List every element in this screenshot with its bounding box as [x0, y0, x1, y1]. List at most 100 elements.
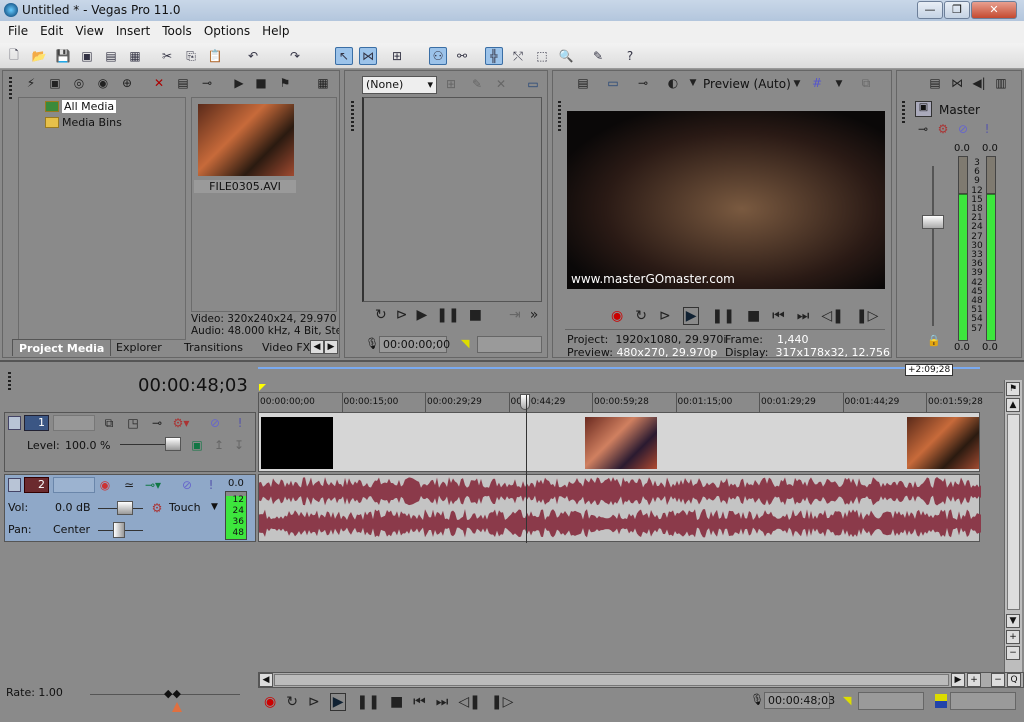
- panel-grip[interactable]: [902, 101, 905, 125]
- go-to-start-icon[interactable]: ⏮: [413, 694, 426, 710]
- minimize-track-icon[interactable]: [8, 416, 21, 430]
- rewind-icon[interactable]: ◁❚: [821, 308, 844, 324]
- paste-icon[interactable]: 📋: [206, 47, 224, 65]
- next-frame-icon[interactable]: ❚▷: [491, 694, 514, 710]
- mixer-icon[interactable]: ▥: [993, 75, 1009, 91]
- menu-insert[interactable]: Insert: [110, 21, 156, 43]
- track-motion-icon[interactable]: ⚙▾: [173, 415, 190, 431]
- mute-icon[interactable]: ⊘: [955, 121, 971, 137]
- master-fx-icon[interactable]: ⊸: [915, 121, 931, 137]
- trimmer-source-select[interactable]: (None) ▾: [362, 76, 437, 94]
- remove-media-icon[interactable]: ✕: [151, 75, 167, 91]
- audio-track-name-field[interactable]: [53, 477, 95, 493]
- compositing-alpha-icon[interactable]: ▣: [189, 437, 205, 453]
- trimmer-selection-length[interactable]: [477, 336, 542, 353]
- play-from-start-icon[interactable]: ⊳: [396, 307, 408, 323]
- audio-track-lane[interactable]: [258, 474, 981, 542]
- envelope-tool-icon[interactable]: ⋈: [359, 47, 377, 65]
- menu-edit[interactable]: Edit: [34, 21, 69, 43]
- panel-grip[interactable]: [351, 101, 354, 131]
- tab-transitions[interactable]: Transitions: [178, 339, 249, 356]
- mute-icon[interactable]: ⊘: [207, 415, 223, 431]
- transport-timecode[interactable]: 00:00:48;03: [764, 692, 835, 709]
- normal-edit-tool-icon[interactable]: ↖: [335, 47, 353, 65]
- automation-settings-icon[interactable]: ⚙: [149, 500, 165, 516]
- scroll-down-button[interactable]: ▼: [1006, 614, 1020, 628]
- play-from-start-icon[interactable]: ⊳: [308, 694, 320, 710]
- preview-properties-icon[interactable]: ▤: [575, 75, 591, 91]
- whats-this-icon[interactable]: ?: [621, 47, 639, 65]
- extract-audio-icon[interactable]: ◉: [95, 75, 111, 91]
- stop-icon[interactable]: ■: [469, 307, 482, 323]
- parent-up-icon[interactable]: ↥: [211, 437, 227, 453]
- play-from-start-icon[interactable]: ⊳: [659, 308, 671, 324]
- track-fx-icon[interactable]: ⊸: [149, 415, 165, 431]
- zoom-in-button[interactable]: +: [967, 673, 981, 687]
- timeline-vertical-scrollbar[interactable]: ⚑ ▲ ▼ + −: [1004, 380, 1022, 672]
- tab-project-media[interactable]: Project Media: [12, 339, 112, 356]
- downmix-icon[interactable]: ⋈: [949, 75, 965, 91]
- trimmer-remove-icon[interactable]: ✕: [493, 76, 509, 92]
- render-icon[interactable]: ▤: [102, 47, 120, 65]
- timeline-horizontal-scrollbar[interactable]: ◀ ▶ + − Q: [258, 672, 1024, 688]
- scroll-left-button[interactable]: ◀: [259, 673, 273, 687]
- solo-icon[interactable]: !: [203, 477, 219, 493]
- pause-icon[interactable]: ❚❚: [356, 694, 379, 710]
- trimmer-area[interactable]: [362, 97, 542, 302]
- solo-icon[interactable]: !: [979, 121, 995, 137]
- pause-icon[interactable]: ❚❚: [711, 308, 734, 324]
- media-fx-icon[interactable]: ⊸: [199, 75, 215, 91]
- more-icon[interactable]: »: [530, 307, 539, 323]
- minimize-button[interactable]: —: [917, 1, 943, 19]
- save-icon[interactable]: 💾: [54, 47, 72, 65]
- video-track-lane[interactable]: [258, 412, 980, 472]
- timeline-ruler[interactable]: 00:00:00;00 00:00:15;00 00:00:29;29 00:00:4…: [258, 392, 1003, 413]
- chevron-down-icon[interactable]: ▼: [789, 76, 805, 92]
- chevron-down-icon[interactable]: ▼: [685, 75, 701, 91]
- master-properties-icon[interactable]: ▤: [927, 75, 943, 91]
- media-file-name[interactable]: FILE0305.AVI: [194, 180, 296, 193]
- zoom-tool-icon[interactable]: 🔍: [557, 47, 575, 65]
- stop-icon[interactable]: ■: [747, 308, 760, 324]
- fast-forward-icon[interactable]: ❚▷: [856, 308, 879, 324]
- go-to-end-icon[interactable]: ⏭: [436, 694, 449, 710]
- play-icon[interactable]: ▶: [682, 307, 700, 325]
- copy-icon[interactable]: ⎘: [182, 47, 200, 65]
- get-media-icon[interactable]: ⊕: [119, 75, 135, 91]
- record-icon[interactable]: ◉: [611, 308, 623, 324]
- marker-flag-icon[interactable]: ⚑: [1006, 382, 1020, 396]
- parent-down-icon[interactable]: ↧: [231, 437, 247, 453]
- snapping-icon[interactable]: ⊞: [388, 47, 406, 65]
- get-media-web-icon[interactable]: ◎: [71, 75, 87, 91]
- lock-icon[interactable]: 🔒: [927, 334, 941, 347]
- tab-explorer[interactable]: Explorer: [110, 339, 168, 356]
- close-button[interactable]: ✕: [971, 1, 1017, 19]
- minimize-track-icon[interactable]: [8, 478, 21, 492]
- panel-grip[interactable]: [8, 372, 11, 392]
- vol-slider-handle[interactable]: [117, 501, 133, 515]
- rate-slider-handle[interactable]: ◆◆: [164, 687, 181, 700]
- horizontal-scroll-thumb[interactable]: [274, 674, 949, 686]
- menu-view[interactable]: View: [69, 21, 109, 43]
- record-icon[interactable]: ◉: [264, 694, 276, 710]
- master-bus-button[interactable]: ▣: [915, 101, 932, 117]
- splitter[interactable]: [0, 360, 1024, 362]
- panel-grip[interactable]: [9, 77, 12, 101]
- copy-snapshot-icon[interactable]: ⧉: [858, 75, 874, 91]
- preview-quality-select[interactable]: Preview (Auto): [703, 77, 791, 91]
- make-compositing-child-icon[interactable]: ◳: [125, 415, 141, 431]
- save-as-icon[interactable]: ▣: [78, 47, 96, 65]
- tree-item-all-media[interactable]: All Media: [62, 100, 117, 113]
- menu-options[interactable]: Options: [198, 21, 256, 43]
- track-fx-icon[interactable]: ⊸▾: [145, 477, 161, 493]
- menu-help[interactable]: Help: [256, 21, 295, 43]
- lock-envelopes-icon[interactable]: ⚯: [453, 47, 471, 65]
- new-icon[interactable]: 🗋: [5, 47, 23, 65]
- video-event[interactable]: [258, 412, 980, 472]
- pause-icon[interactable]: ❚❚: [436, 307, 459, 323]
- level-slider-handle[interactable]: [165, 437, 181, 451]
- menu-file[interactable]: File: [2, 21, 34, 43]
- pan-slider-handle[interactable]: [113, 522, 125, 538]
- cut-icon[interactable]: ✂: [158, 47, 176, 65]
- media-fx-icon[interactable]: ✎: [589, 47, 607, 65]
